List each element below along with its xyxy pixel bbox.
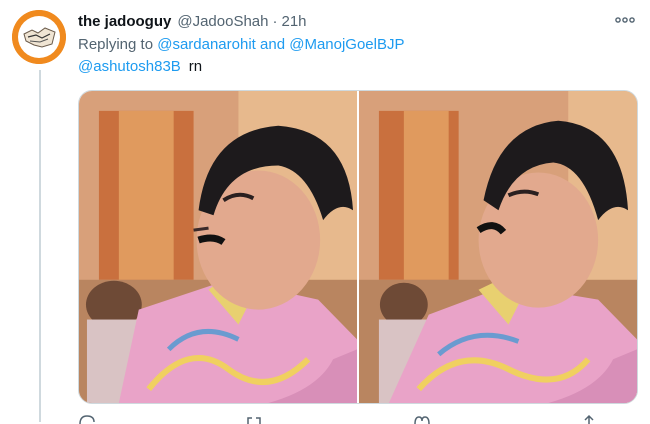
reply-mention-1[interactable]: @sardanarohit — [157, 36, 256, 53]
tweet-actions — [78, 412, 598, 424]
timestamp[interactable]: 21h — [281, 13, 306, 30]
media-photo-2[interactable] — [359, 91, 637, 403]
tweet-text: @ashutosh83B rn — [78, 58, 202, 75]
share-icon[interactable] — [580, 412, 598, 424]
separator-dot: · — [272, 12, 278, 30]
reply-mention-and: and — [260, 36, 286, 53]
photo-2-image — [359, 91, 637, 403]
reply-icon[interactable] — [78, 412, 96, 424]
avatar[interactable] — [12, 10, 66, 64]
reply-mention-2[interactable]: @ManojGoelBJP — [289, 36, 404, 53]
display-name[interactable]: the jadooguy — [78, 13, 171, 30]
like-icon[interactable] — [413, 412, 431, 424]
text-mention[interactable]: @ashutosh83B — [78, 58, 181, 75]
thread-line — [39, 70, 41, 422]
replying-prefix: Replying to — [78, 36, 154, 53]
avatar-image — [12, 10, 66, 64]
text-body: rn — [188, 58, 203, 75]
tweet-media[interactable] — [78, 90, 638, 404]
retweet-icon[interactable] — [245, 412, 263, 424]
more-icon[interactable] — [614, 12, 636, 28]
user-handle[interactable]: @JadooShah — [177, 13, 268, 30]
replying-to: Replying to @sardanarohit and @ManojGoel… — [78, 36, 405, 53]
tweet-header: the jadooguy @JadooShah · 21h — [78, 10, 307, 32]
media-photo-1[interactable] — [79, 91, 357, 403]
photo-1-image — [79, 91, 357, 403]
